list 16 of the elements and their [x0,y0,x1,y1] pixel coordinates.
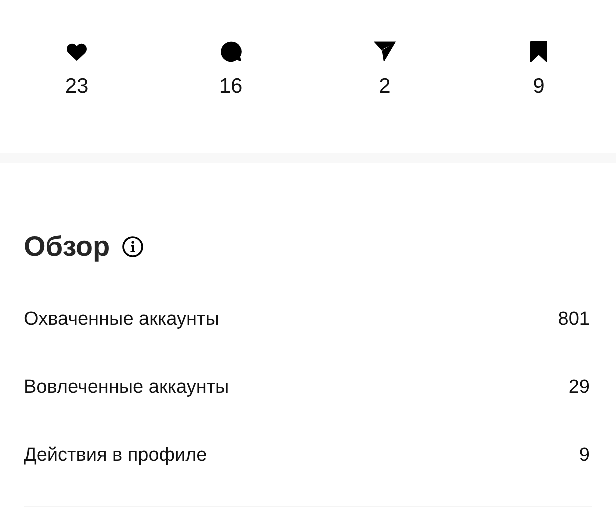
metric-value: 29 [568,377,590,399]
stat-count: 23 [65,75,89,99]
metric-value: 9 [579,445,590,467]
metric-value: 801 [558,309,590,331]
stat-count: 9 [533,75,545,99]
stat-count: 2 [379,75,391,99]
speech-bubble-icon [220,41,242,63]
info-icon[interactable] [122,236,144,258]
metric-label: Вовлеченные аккаунты [24,377,230,399]
paper-plane-icon [373,41,397,63]
metric-label: Охваченные аккаунты [24,309,220,331]
metric-label: Действия в профиле [24,445,208,467]
heart-icon [66,41,88,63]
bookmark-icon [530,41,548,63]
stat-count: 16 [219,75,243,99]
section-title: Обзор [24,231,110,263]
